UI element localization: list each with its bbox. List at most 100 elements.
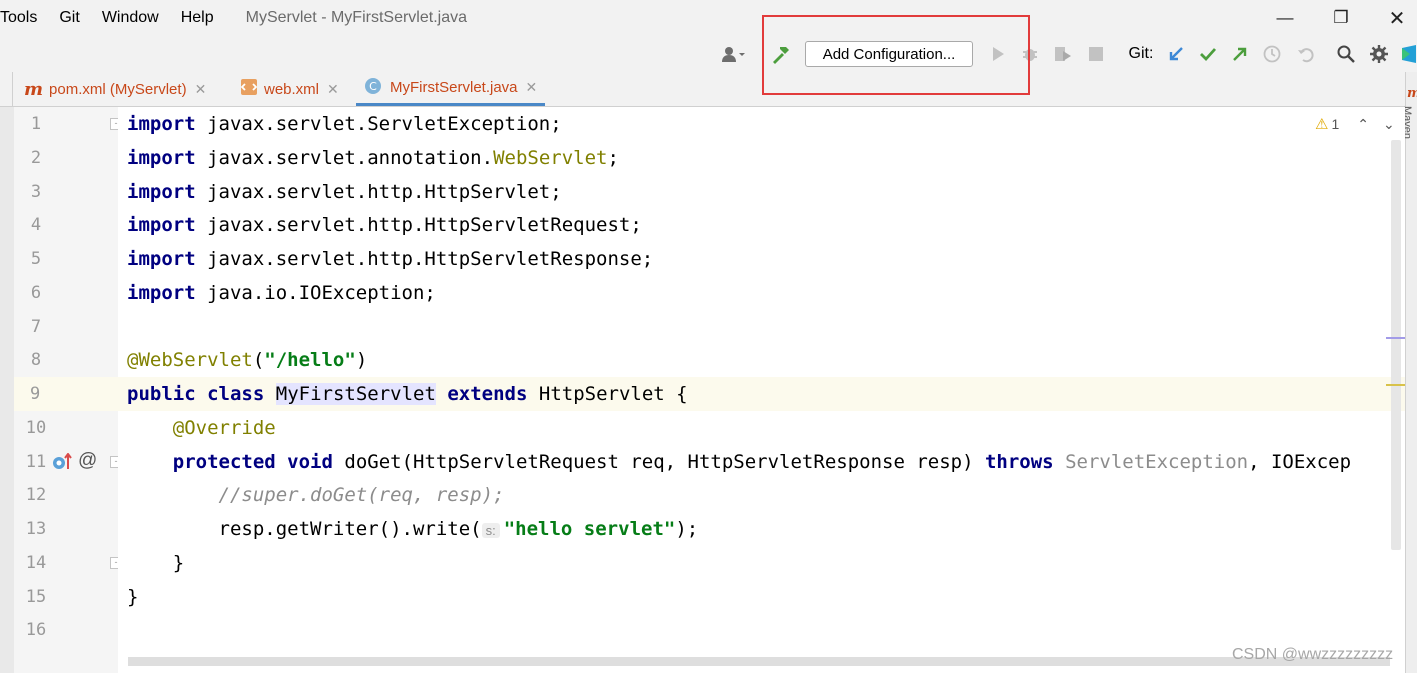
code-line-text: //super.doGet(req, resp);: [127, 484, 505, 506]
git-commit-icon[interactable]: [1196, 36, 1220, 72]
line-number: 15: [25, 587, 47, 607]
stop-icon[interactable]: [1084, 36, 1108, 72]
rollback-icon[interactable]: [1294, 36, 1318, 72]
maven-tool-tab[interactable]: m Maven: [1401, 78, 1417, 148]
build-hammer-icon[interactable]: [766, 36, 796, 72]
menu-window[interactable]: Window: [102, 9, 159, 27]
toolbox-icon[interactable]: [1400, 36, 1417, 72]
code-line[interactable]: [118, 310, 1405, 344]
code-line[interactable]: //super.doGet(req, resp);: [118, 478, 1405, 512]
code-line[interactable]: }: [118, 546, 1405, 580]
tab-label: web.xml: [264, 80, 320, 98]
line-number: 16: [25, 620, 47, 640]
tab-label: MyFirstServlet.java: [390, 79, 518, 96]
settings-icon[interactable]: [1367, 36, 1391, 72]
line-number: 4: [30, 215, 42, 235]
svg-text:C: C: [369, 80, 377, 93]
maven-icon: m: [24, 78, 44, 100]
code-line[interactable]: import javax.servlet.ServletException;: [118, 107, 1405, 141]
right-tool-strip: m Maven: [1401, 72, 1417, 673]
code-line-text: resp.getWriter().write(s: "hello servlet"…: [127, 518, 699, 540]
scroll-marker-yellow: [1386, 384, 1405, 386]
maven-side-icon: m: [1407, 86, 1417, 101]
chevron-up-icon[interactable]: ⌃: [1357, 116, 1369, 133]
git-label: Git:: [1128, 45, 1154, 62]
tab-label: pom.xml (MyServlet): [49, 80, 187, 98]
vertical-scrollbar[interactable]: [1391, 140, 1401, 550]
line-number: 7: [30, 317, 42, 337]
add-configuration-button[interactable]: Add Configuration...: [805, 41, 973, 67]
code-line[interactable]: }: [118, 580, 1405, 614]
editor-tab-bar: m pom.xml (MyServlet) ✕ web.xml ✕ C MyFi…: [0, 72, 1405, 107]
override-method-icon[interactable]: [52, 452, 72, 471]
close-window-icon[interactable]: ✕: [1374, 0, 1417, 36]
warning-count: 1: [1331, 116, 1340, 132]
search-icon[interactable]: [1334, 36, 1358, 72]
line-number-gutter: 1 2 3 4 5 6 7 8 9 10 11 12 13 14 15 16- - - @: [14, 107, 122, 673]
code-line[interactable]: public class MyFirstServlet extends Http…: [118, 377, 1405, 411]
git-update-icon[interactable]: [1164, 36, 1188, 72]
user-icon[interactable]: [714, 36, 754, 72]
code-line[interactable]: import javax.servlet.http.HttpServletReq…: [118, 208, 1405, 242]
code-line-text: import javax.servlet.http.HttpServletReq…: [127, 214, 642, 236]
java-class-icon: C: [364, 77, 382, 99]
run-icon[interactable]: [986, 36, 1010, 72]
line-number: 2: [30, 148, 42, 168]
close-icon[interactable]: ✕: [526, 79, 538, 96]
line-number: 5: [30, 249, 42, 269]
line-number: 1: [30, 114, 42, 134]
code-line-text: import javax.servlet.http.HttpServletRes…: [127, 248, 654, 270]
line-number: 3: [30, 182, 42, 202]
line-number: 9: [14, 377, 118, 411]
code-line[interactable]: import java.io.IOException;: [118, 276, 1405, 310]
code-editor[interactable]: import javax.servlet.ServletException; im…: [118, 107, 1405, 673]
code-line-text: import java.io.IOException;: [127, 282, 436, 304]
code-line[interactable]: @Override: [118, 411, 1405, 445]
line-number: 14: [25, 553, 47, 573]
toolbar: Add Configuration... Git:: [0, 36, 1417, 73]
git-push-icon[interactable]: [1228, 36, 1252, 72]
inspection-widget[interactable]: ⚠ 1 ⌃ ⌄: [1315, 115, 1395, 134]
close-icon[interactable]: ✕: [195, 81, 207, 98]
code-line[interactable]: import javax.servlet.http.HttpServlet;: [118, 175, 1405, 209]
line-number: 6: [30, 283, 42, 303]
code-line[interactable]: resp.getWriter().write(s: "hello servlet"…: [118, 512, 1405, 546]
param-hint: s:: [481, 523, 500, 538]
close-icon[interactable]: ✕: [327, 81, 339, 98]
line-number: 8: [30, 350, 42, 370]
code-line-text: }: [127, 586, 139, 608]
horizontal-scrollbar[interactable]: [128, 657, 1390, 666]
line-number: 13: [25, 519, 47, 539]
warning-icon: ⚠: [1315, 116, 1329, 133]
tab-pom-xml[interactable]: m pom.xml (MyServlet) ✕: [24, 72, 206, 106]
tab-web-xml[interactable]: web.xml ✕: [240, 72, 339, 106]
window-title: MyServlet - MyFirstServlet.java: [245, 9, 467, 26]
code-line-text: @WebServlet("/hello"): [127, 349, 368, 371]
code-line[interactable]: import javax.servlet.http.HttpServletRes…: [118, 242, 1405, 276]
history-icon[interactable]: [1260, 36, 1284, 72]
tab-scroll-left-icon[interactable]: [0, 72, 13, 106]
xml-icon: [240, 78, 258, 100]
code-line-text: import javax.servlet.annotation.WebServl…: [127, 147, 619, 169]
web-annotation-icon[interactable]: @: [78, 450, 97, 472]
debug-icon[interactable]: [1018, 36, 1042, 72]
code-line-text: @Override: [172, 417, 276, 439]
code-line[interactable]: @WebServlet("/hello"): [118, 343, 1405, 377]
maximize-icon[interactable]: ❐: [1318, 0, 1364, 36]
menu-help[interactable]: Help: [181, 9, 214, 27]
coverage-icon[interactable]: [1050, 36, 1076, 72]
scroll-marker-purple: [1386, 337, 1405, 339]
left-tool-strip: [0, 107, 14, 673]
code-line-text: protected void doGet(HttpServletRequest …: [172, 451, 1352, 473]
line-number: 10: [25, 418, 47, 438]
line-number: 12: [25, 485, 47, 505]
chevron-down-icon[interactable]: ⌄: [1383, 116, 1395, 133]
code-line[interactable]: protected void doGet(HttpServletRequest …: [118, 445, 1405, 479]
minimize-icon[interactable]: —: [1262, 0, 1308, 36]
menu-tools[interactable]: Tools: [0, 9, 37, 27]
code-line[interactable]: [118, 613, 1405, 647]
code-line[interactable]: import javax.servlet.annotation.WebServl…: [118, 141, 1405, 175]
code-line-text: import javax.servlet.ServletException;: [127, 113, 562, 135]
menu-git[interactable]: Git: [59, 9, 79, 27]
tab-myfirstservlet-java[interactable]: C MyFirstServlet.java ✕: [356, 72, 546, 106]
